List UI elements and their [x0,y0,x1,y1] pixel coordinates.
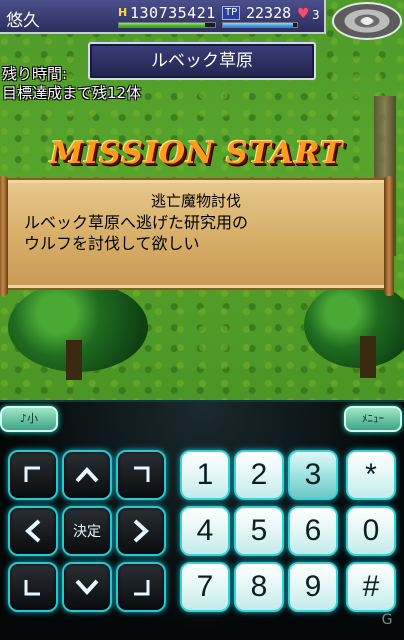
dpad-up-right[interactable] [116,450,166,500]
key-hash[interactable]: # [346,562,396,612]
corner-down-right-icon [134,580,150,596]
dpad-left[interactable] [8,506,58,556]
heart-count: 3 [312,8,320,22]
chevron-left-icon [25,519,41,543]
key-4[interactable]: 4 [180,506,230,556]
mission-start-banner: MISSION START [50,136,344,171]
goal-remaining-text: 目標達成まで残12体 [2,84,142,102]
soft-key-left[interactable]: ♪小 [0,406,58,432]
corner-up-right-icon [134,466,150,482]
key-3[interactable]: 3 [288,450,338,500]
hp-bar [118,22,216,28]
radar-center-icon [362,17,372,25]
chevron-right-icon [133,519,149,543]
dpad-down-right[interactable] [116,562,166,612]
corner-down-left-icon [24,580,40,596]
dpad-center-confirm[interactable]: 決定 [62,506,112,556]
mission-scroll: 逃亡魔物討伐 ルベック草原へ逃げた研究用の ウルフを討伐して欲しい [0,176,394,296]
hp-icon: H [118,6,128,19]
hp-value: 130735421 [130,4,216,22]
tree-trunk-left [66,340,82,380]
dpad-down[interactable] [62,562,112,612]
key-2[interactable]: 2 [234,450,284,500]
mission-description-line2: ウルフを討伐して欲しい [24,234,200,253]
key-1[interactable]: 1 [180,450,230,500]
game-screen[interactable]: 悠久 H 130735421 TP 22328 ♥ 3 ルベック草原 残り時間:… [0,0,404,400]
virtual-controller: ♪小 ﾒﾆｭｰ 決定 1 2 3 * 4 5 6 0 7 8 9 # [0,400,404,640]
key-5[interactable]: 5 [234,506,284,556]
key-8[interactable]: 8 [234,562,284,612]
dpad-right[interactable] [116,506,166,556]
mission-description: ルベック草原へ逃げた研究用の ウルフを討伐して欲しい [24,212,374,254]
key-asterisk[interactable]: * [346,450,396,500]
mission-description-line1: ルベック草原へ逃げた研究用の [24,213,249,232]
status-bar: 悠久 H 130735421 TP 22328 ♥ 3 [0,0,326,34]
player-name: 悠久 [6,11,40,31]
chevron-up-icon [75,467,99,483]
hp-bar-fill [119,23,206,27]
time-remaining-label: 残り時間: [2,65,68,83]
chevron-down-icon [75,579,99,595]
location-name: ルベック草原 [88,42,316,80]
tp-label: TP [222,6,241,20]
key-6[interactable]: 6 [288,506,338,556]
key-7[interactable]: 7 [180,562,230,612]
corner-up-left-icon [24,466,40,482]
mission-title: 逃亡魔物討伐 [150,192,241,210]
tp-value: 22328 [246,4,292,22]
dpad-up[interactable] [62,450,112,500]
dpad-up-left[interactable] [8,450,58,500]
dpad-down-left[interactable] [8,562,58,612]
soft-key-menu[interactable]: ﾒﾆｭｰ [344,406,402,432]
watermark-logo: G [381,612,393,628]
radar-minimap[interactable] [332,2,402,40]
tree-trunk-right [360,336,376,378]
tp-bar-fill [223,23,294,27]
key-0[interactable]: 0 [346,506,396,556]
heart-icon: ♥ [297,6,310,22]
tp-bar [222,22,298,28]
key-9[interactable]: 9 [288,562,338,612]
